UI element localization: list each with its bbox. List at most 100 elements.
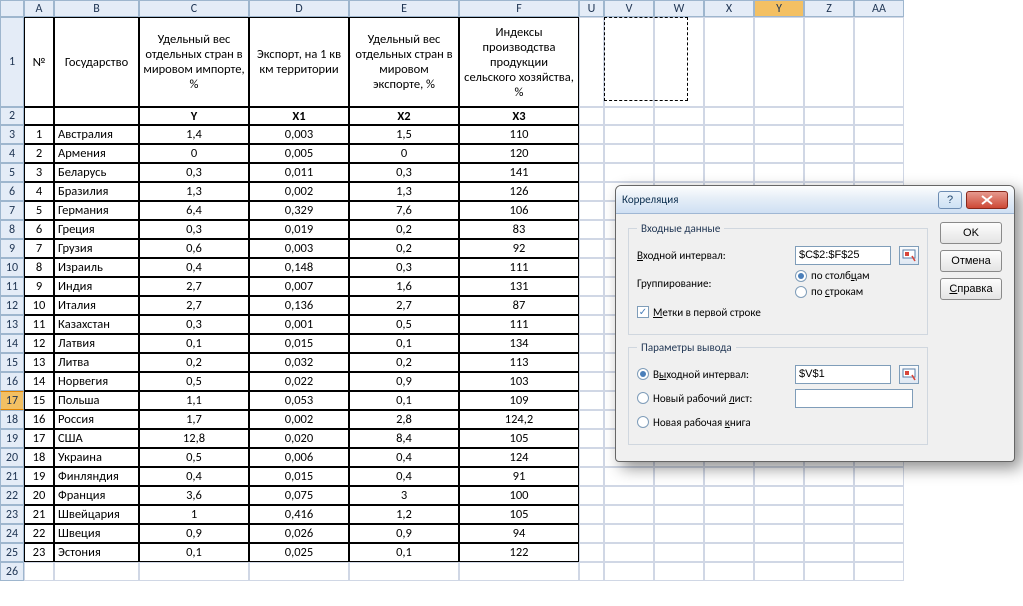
output-range-field[interactable] [795,365,891,384]
cell-23-AA[interactable] [854,505,904,524]
cell-22-AA[interactable] [854,486,904,505]
cell-5-X[interactable] [704,163,754,182]
cell-18-E[interactable]: 2,8 [349,410,459,429]
cell-1-U[interactable] [579,17,604,107]
row-header-26[interactable]: 26 [0,562,24,581]
cell-20-F[interactable]: 124 [459,448,579,467]
cell-1-B[interactable]: Государство [54,17,139,107]
row-header-14[interactable]: 14 [0,334,24,353]
cell-14-A[interactable]: 12 [24,334,54,353]
cell-26-C[interactable] [139,562,249,581]
cell-15-C[interactable]: 0,2 [139,353,249,372]
cell-24-U[interactable] [579,524,604,543]
cell-17-F[interactable]: 109 [459,391,579,410]
row-header-4[interactable]: 4 [0,144,24,163]
cell-2-AA[interactable] [854,107,904,125]
cell-25-A[interactable]: 23 [24,543,54,562]
cell-5-U[interactable] [579,163,604,182]
cell-1-X[interactable] [704,17,754,107]
cell-19-D[interactable]: 0,020 [249,429,349,448]
row-header-19[interactable]: 19 [0,429,24,448]
cell-25-E[interactable]: 0,1 [349,543,459,562]
cell-21-E[interactable]: 0,4 [349,467,459,486]
cell-22-D[interactable]: 0,075 [249,486,349,505]
cell-15-F[interactable]: 113 [459,353,579,372]
cell-4-V[interactable] [604,144,654,163]
cell-18-C[interactable]: 1,7 [139,410,249,429]
cell-4-F[interactable]: 120 [459,144,579,163]
cell-15-U[interactable] [579,353,604,372]
cell-25-W[interactable] [654,543,704,562]
cell-24-D[interactable]: 0,026 [249,524,349,543]
cell-24-C[interactable]: 0,9 [139,524,249,543]
cell-5-A[interactable]: 3 [24,163,54,182]
cell-10-F[interactable]: 111 [459,258,579,277]
cell-25-Y[interactable] [754,543,804,562]
row-header-7[interactable]: 7 [0,201,24,220]
cell-9-B[interactable]: Грузия [54,239,139,258]
row-header-5[interactable]: 5 [0,163,24,182]
cell-6-F[interactable]: 126 [459,182,579,201]
cell-26-W[interactable] [654,562,704,581]
cell-1-W[interactable] [654,17,704,107]
cell-12-A[interactable]: 10 [24,296,54,315]
cell-7-F[interactable]: 106 [459,201,579,220]
cell-13-B[interactable]: Казахстан [54,315,139,334]
cell-26-D[interactable] [249,562,349,581]
cell-11-F[interactable]: 131 [459,277,579,296]
cell-26-F[interactable] [459,562,579,581]
radio-new-sheet[interactable]: Новый рабочий лист: [637,392,787,405]
cell-18-D[interactable]: 0,002 [249,410,349,429]
cell-14-F[interactable]: 134 [459,334,579,353]
cell-26-A[interactable] [24,562,54,581]
cell-26-AA[interactable] [854,562,904,581]
cell-2-A[interactable] [24,107,54,125]
row-header-24[interactable]: 24 [0,524,24,543]
cell-11-B[interactable]: Индия [54,277,139,296]
cell-9-C[interactable]: 0,6 [139,239,249,258]
cell-22-F[interactable]: 100 [459,486,579,505]
cell-16-D[interactable]: 0,022 [249,372,349,391]
cell-20-B[interactable]: Украина [54,448,139,467]
cell-19-C[interactable]: 12,8 [139,429,249,448]
cell-17-U[interactable] [579,391,604,410]
cell-21-U[interactable] [579,467,604,486]
cell-24-AA[interactable] [854,524,904,543]
cell-3-B[interactable]: Австралия [54,125,139,144]
cell-21-B[interactable]: Финляндия [54,467,139,486]
row-header-1[interactable]: 1 [0,17,24,107]
cell-19-A[interactable]: 17 [24,429,54,448]
cell-7-A[interactable]: 5 [24,201,54,220]
cell-5-F[interactable]: 141 [459,163,579,182]
col-header-C[interactable]: C [139,0,249,17]
row-header-21[interactable]: 21 [0,467,24,486]
cell-21-AA[interactable] [854,467,904,486]
cell-10-C[interactable]: 0,4 [139,258,249,277]
cell-2-X[interactable] [704,107,754,125]
cell-3-C[interactable]: 1,4 [139,125,249,144]
cell-5-AA[interactable] [854,163,904,182]
cell-22-B[interactable]: Франция [54,486,139,505]
cell-15-A[interactable]: 13 [24,353,54,372]
cell-13-F[interactable]: 111 [459,315,579,334]
cell-18-F[interactable]: 124,2 [459,410,579,429]
cell-1-Z[interactable] [804,17,854,107]
cell-3-U[interactable] [579,125,604,144]
cell-13-E[interactable]: 0,5 [349,315,459,334]
row-header-3[interactable]: 3 [0,125,24,144]
cell-14-U[interactable] [579,334,604,353]
cell-8-A[interactable]: 6 [24,220,54,239]
cell-22-A[interactable]: 20 [24,486,54,505]
cell-26-U[interactable] [579,562,604,581]
cell-24-A[interactable]: 22 [24,524,54,543]
cell-14-C[interactable]: 0,1 [139,334,249,353]
cell-16-B[interactable]: Норвегия [54,372,139,391]
cell-1-V[interactable] [604,17,654,107]
new-sheet-name-field[interactable] [795,389,913,408]
cell-14-B[interactable]: Латвия [54,334,139,353]
row-header-18[interactable]: 18 [0,410,24,429]
cell-15-B[interactable]: Литва [54,353,139,372]
cell-26-X[interactable] [704,562,754,581]
cell-7-E[interactable]: 7,6 [349,201,459,220]
cell-22-X[interactable] [704,486,754,505]
